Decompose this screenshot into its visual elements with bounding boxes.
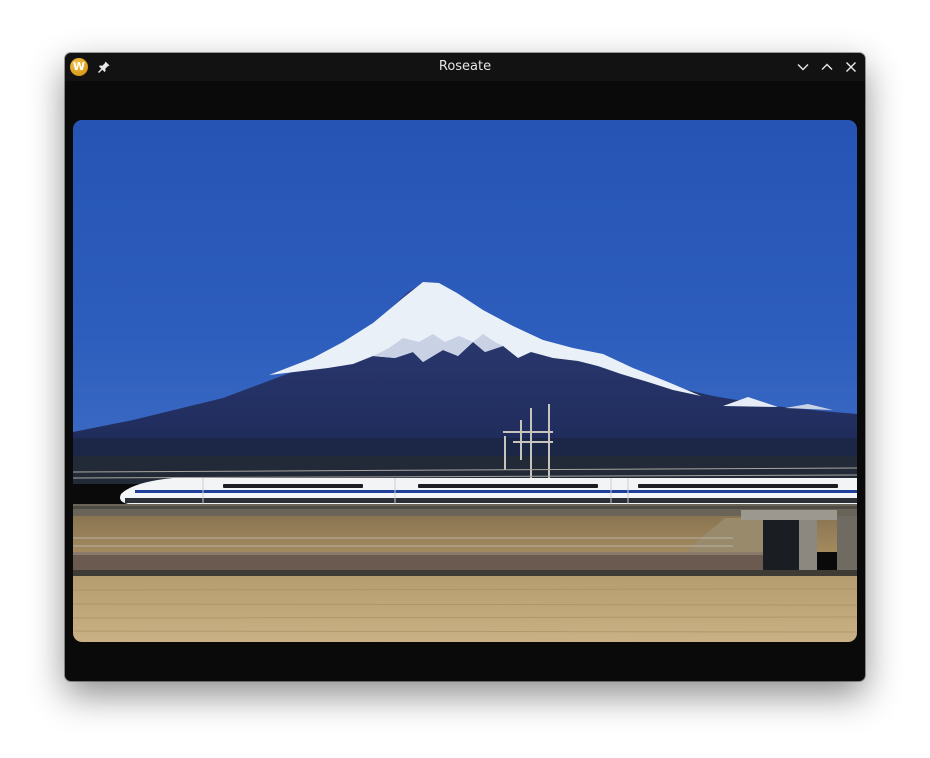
pin-icon (98, 61, 110, 73)
window-title: Roseate (438, 59, 492, 74)
close-button[interactable] (841, 57, 861, 77)
maximize-button[interactable] (817, 57, 837, 77)
minimize-button[interactable] (793, 57, 813, 77)
viewer-window: Roseate W (65, 53, 865, 681)
chevron-up-icon (821, 63, 833, 70)
photo-image (73, 120, 857, 642)
close-icon (846, 62, 856, 72)
pin-button[interactable] (94, 57, 114, 77)
titlebar[interactable]: Roseate W (65, 53, 865, 81)
chevron-down-icon (797, 64, 809, 71)
displayed-photo[interactable] (73, 120, 857, 642)
app-icon[interactable]: W (70, 58, 88, 76)
